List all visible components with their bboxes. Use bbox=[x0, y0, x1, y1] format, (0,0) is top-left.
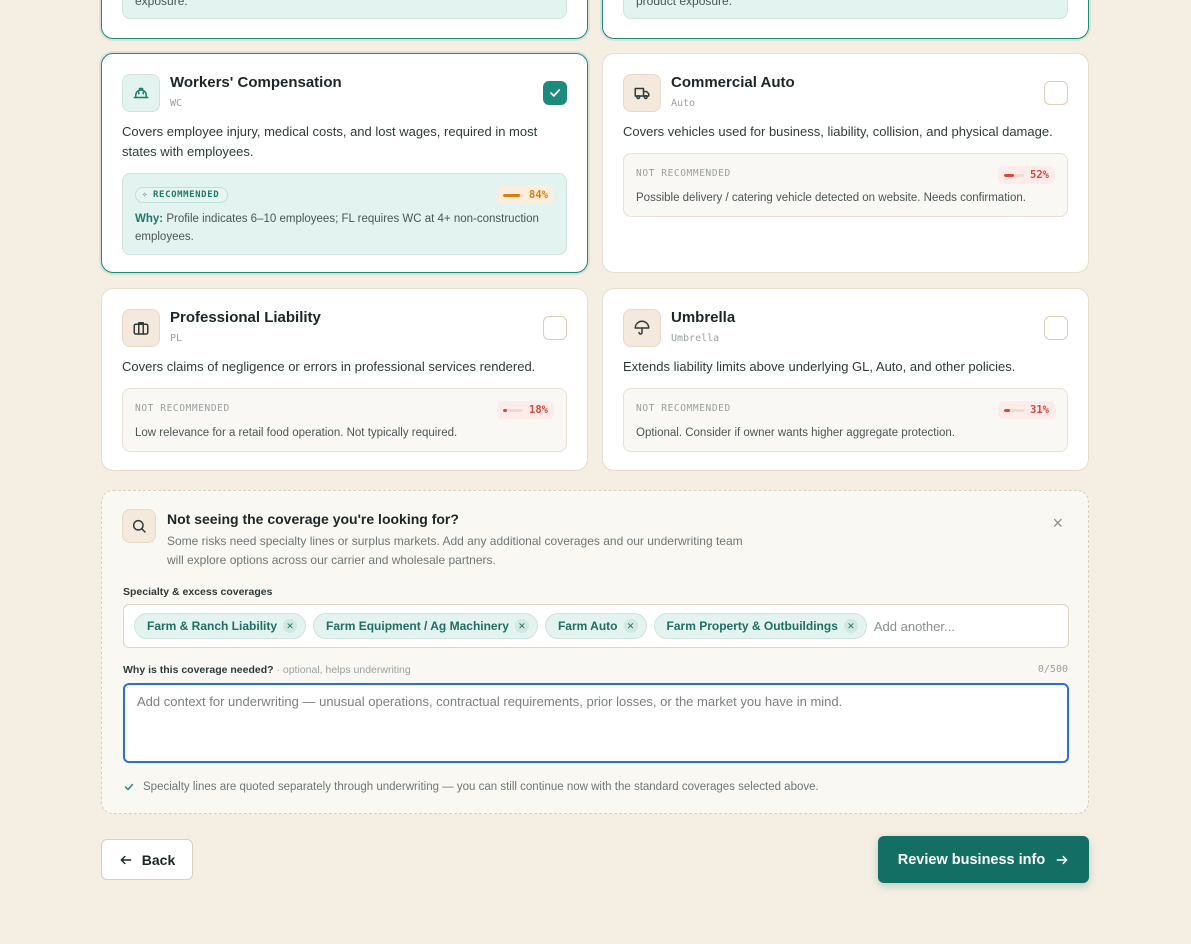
recommendation-text: exposure. bbox=[135, 0, 188, 8]
reason-hint: · optional, helps underwriting bbox=[276, 664, 411, 676]
recommendation-box: product exposure. bbox=[623, 0, 1068, 19]
confidence-value: 84% bbox=[529, 189, 548, 201]
add-coverage-input[interactable] bbox=[873, 618, 1014, 634]
coverage-description: Extends liability limits above underlyin… bbox=[623, 359, 1016, 374]
confidence-bar bbox=[503, 408, 524, 412]
sparkle-icon: ✧ bbox=[142, 190, 149, 200]
coverage-card-professional-liability[interactable]: Professional Liability PL Covers claims … bbox=[101, 288, 588, 471]
coverage-title: Commercial Auto bbox=[671, 74, 795, 91]
arrow-right-icon bbox=[1056, 855, 1068, 864]
confidence-value: 18% bbox=[529, 404, 548, 416]
confidence-value: 52% bbox=[1030, 169, 1049, 181]
coverage-checkbox[interactable] bbox=[1044, 81, 1068, 105]
coverage-card-top-right[interactable]: product exposure. bbox=[602, 0, 1089, 39]
reason-label-text: Why is this coverage needed? bbox=[123, 664, 274, 676]
truck-icon bbox=[623, 74, 661, 112]
coverage-checkbox[interactable] bbox=[543, 316, 567, 340]
recommendation-text: Possible delivery / catering vehicle det… bbox=[636, 192, 1026, 204]
coverage-card-umbrella[interactable]: Umbrella Umbrella Extends liability limi… bbox=[602, 288, 1089, 471]
briefcase-icon bbox=[122, 309, 160, 347]
recommendation-box: exposure. bbox=[122, 0, 567, 19]
coverage-code: PL bbox=[170, 333, 183, 344]
coverage-description: Covers vehicles used for business, liabi… bbox=[623, 124, 1053, 139]
recommendation-text: Optional. Consider if owner wants higher… bbox=[636, 427, 955, 439]
tag-label: Farm Property & Outbuildings bbox=[666, 619, 838, 633]
coverage-title: Professional Liability bbox=[170, 309, 321, 326]
coverage-tag: Farm Auto ✕ bbox=[544, 613, 647, 639]
back-button[interactable]: Back bbox=[101, 839, 193, 880]
specialty-tags-input[interactable]: Farm & Ranch Liability ✕ Farm Equipment /… bbox=[123, 604, 1069, 648]
remove-tag-icon[interactable]: ✕ bbox=[283, 619, 298, 633]
hard-hat-icon bbox=[122, 74, 160, 112]
coverage-card-commercial-auto[interactable]: Commercial Auto Auto Covers vehicles use… bbox=[602, 53, 1089, 273]
why-text: Profile indicates 6–10 employees; FL req… bbox=[135, 213, 539, 243]
coverage-tag: Farm Equipment / Ag Machinery ✕ bbox=[313, 613, 538, 639]
why-label: Why: bbox=[135, 213, 164, 225]
check-icon bbox=[550, 89, 560, 97]
reason-label: Why is this coverage needed? · optional,… bbox=[123, 664, 411, 676]
umbrella-icon bbox=[623, 309, 661, 347]
coverage-tag: Farm & Ranch Liability ✕ bbox=[134, 613, 307, 639]
panel-title: Not seeing the coverage you're looking f… bbox=[167, 511, 459, 527]
review-business-info-button[interactable]: Review business info bbox=[878, 836, 1089, 883]
recommendation-box: NOT RECOMMENDED 52% Possible delivery / … bbox=[623, 153, 1068, 217]
specialty-note: Specialty lines are quoted separately th… bbox=[123, 781, 819, 793]
close-icon[interactable]: × bbox=[1052, 513, 1063, 534]
coverage-checkbox[interactable] bbox=[543, 81, 567, 105]
recommendation-text: Low relevance for a retail food operatio… bbox=[135, 427, 458, 439]
panel-subtitle: Some risks need specialty lines or surpl… bbox=[167, 534, 743, 567]
next-label: Review business info bbox=[897, 851, 1046, 868]
coverage-code: WC bbox=[170, 98, 183, 109]
confidence-value: 31% bbox=[1030, 404, 1049, 416]
remove-tag-icon[interactable]: ✕ bbox=[514, 619, 529, 633]
coverage-description: Covers claims of negligence or errors in… bbox=[122, 359, 536, 374]
tag-label: Farm & Ranch Liability bbox=[147, 619, 278, 633]
confidence-bar bbox=[503, 193, 524, 197]
recommendation-box: NOT RECOMMENDED 31% Optional. Consider i… bbox=[623, 388, 1068, 452]
note-text: Specialty lines are quoted separately th… bbox=[143, 781, 819, 793]
character-counter: 0/500 bbox=[1037, 664, 1068, 675]
check-icon bbox=[124, 783, 134, 791]
coverage-title: Umbrella bbox=[671, 309, 736, 326]
recommendation-label: NOT RECOMMENDED bbox=[636, 403, 731, 414]
coverage-description: Covers employee injury, medical costs, a… bbox=[122, 124, 538, 159]
coverage-card-top-left[interactable]: exposure. bbox=[101, 0, 588, 39]
coverage-title: Workers' Compensation bbox=[170, 74, 342, 91]
confidence-score: 31% bbox=[998, 401, 1055, 419]
confidence-bar bbox=[1004, 173, 1025, 177]
confidence-bar bbox=[1004, 408, 1025, 412]
recommendation-label: NOT RECOMMENDED bbox=[636, 168, 731, 179]
coverage-code: Umbrella bbox=[671, 333, 720, 344]
recommendation-box: NOT RECOMMENDED 18% Low relevance for a … bbox=[122, 388, 567, 452]
tag-label: Farm Auto bbox=[557, 619, 618, 633]
tags-label: Specialty & excess coverages bbox=[123, 586, 273, 598]
recommendation-box: ✧ RECOMMENDED 84% Why: Profile indicates… bbox=[122, 173, 567, 255]
coverage-card-workers-comp[interactable]: Workers' Compensation WC Covers employee… bbox=[101, 53, 588, 273]
search-icon bbox=[122, 509, 156, 543]
recommended-badge: ✧ RECOMMENDED bbox=[135, 187, 229, 203]
reason-textarea[interactable] bbox=[123, 683, 1069, 763]
confidence-score: 52% bbox=[998, 166, 1055, 184]
recommendation-text: Why: Profile indicates 6–10 employees; F… bbox=[135, 210, 554, 246]
coverage-checkbox[interactable] bbox=[1044, 316, 1068, 340]
remove-tag-icon[interactable]: ✕ bbox=[843, 619, 858, 633]
confidence-score: 84% bbox=[497, 186, 554, 204]
remove-tag-icon[interactable]: ✕ bbox=[623, 619, 638, 633]
recommendation-label: NOT RECOMMENDED bbox=[135, 403, 230, 414]
back-label: Back bbox=[141, 851, 176, 868]
coverage-tag: Farm Property & Outbuildings ✕ bbox=[653, 613, 867, 639]
arrow-left-icon bbox=[120, 855, 132, 864]
specialty-coverage-panel: Not seeing the coverage you're looking f… bbox=[101, 490, 1089, 814]
coverage-code: Auto bbox=[671, 98, 696, 109]
recommendation-text: product exposure. bbox=[636, 0, 733, 8]
recommendation-label: RECOMMENDED bbox=[153, 190, 220, 200]
tag-label: Farm Equipment / Ag Machinery bbox=[326, 619, 509, 633]
confidence-score: 18% bbox=[497, 401, 554, 419]
